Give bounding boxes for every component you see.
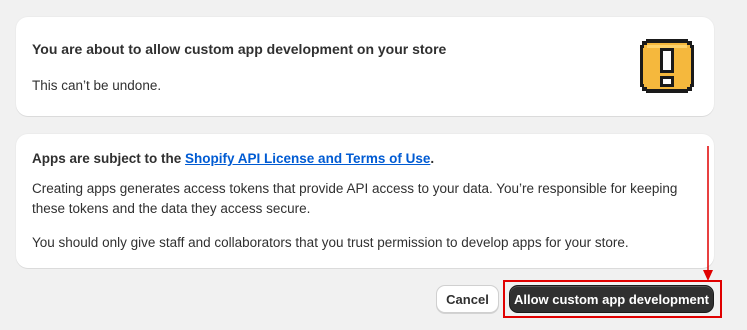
cancel-button[interactable]: Cancel xyxy=(436,285,499,313)
api-license-link[interactable]: Shopify API License and Terms of Use xyxy=(185,151,430,166)
warning-title: You are about to allow custom app develo… xyxy=(32,41,447,57)
warning-subtitle: This can’t be undone. xyxy=(32,78,162,93)
allow-custom-app-development-button[interactable]: Allow custom app development xyxy=(509,285,714,313)
access-tokens-paragraph: Creating apps generates access tokens th… xyxy=(32,181,678,216)
trusted-staff-paragraph: You should only give staff and collabora… xyxy=(32,235,629,250)
info-heading-prefix: Apps are subject to the xyxy=(32,151,186,166)
warning-card: You are about to allow custom app develo… xyxy=(16,17,714,116)
info-heading-suffix: . xyxy=(430,151,435,166)
info-heading: Apps are subject to the Shopify API Lice… xyxy=(32,151,434,166)
info-card: Apps are subject to the Shopify API Lice… xyxy=(16,134,714,268)
warning-exclamation-icon xyxy=(640,39,694,93)
